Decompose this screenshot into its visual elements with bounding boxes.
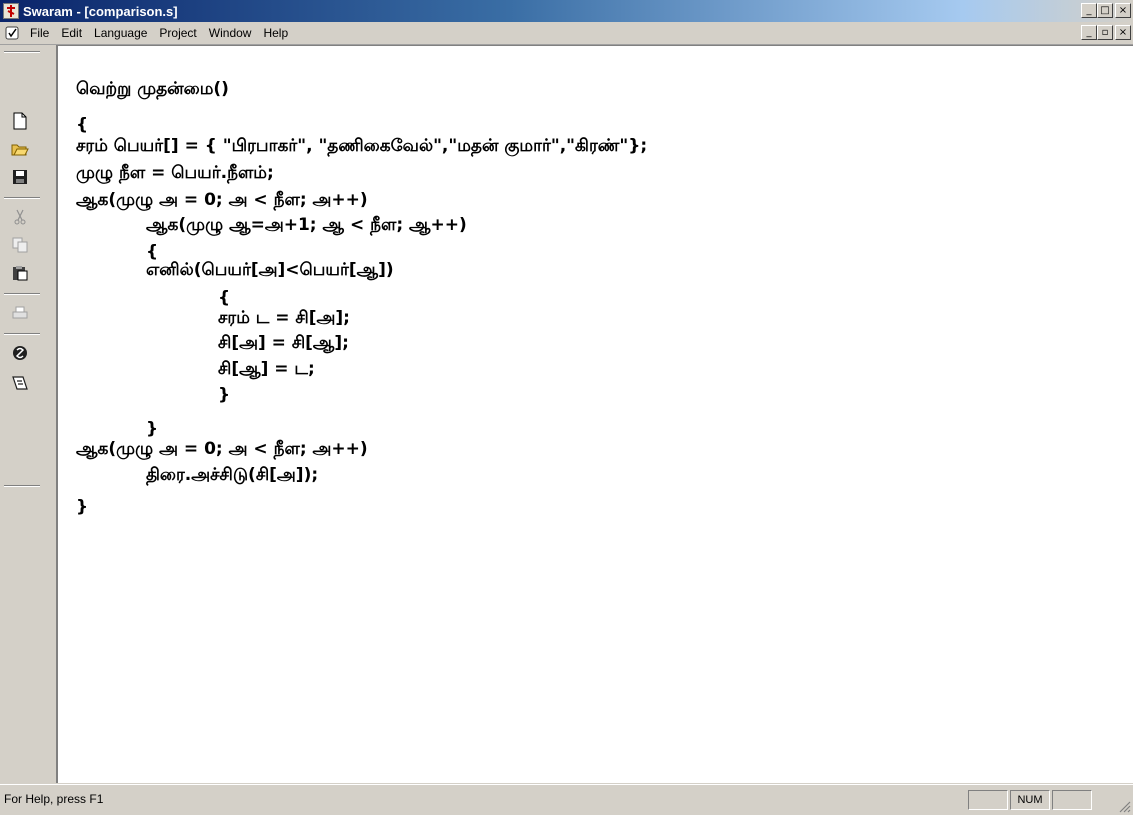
- document-icon[interactable]: [4, 25, 20, 41]
- code-line: சரம் பெயர்[] = { "பிரபாகர்", "தணிகைவேல்"…: [76, 136, 648, 156]
- minimize-button[interactable]: _: [1081, 3, 1097, 18]
- menu-help[interactable]: Help: [257, 26, 294, 40]
- toolbar-separator: [4, 293, 40, 295]
- code-line: முழு நீள = பெயர்.நீளம்;: [76, 163, 274, 183]
- close-button[interactable]: ×: [1115, 3, 1131, 18]
- app-icon[interactable]: [3, 3, 19, 19]
- save-disk-icon[interactable]: [8, 165, 32, 189]
- run-icon[interactable]: [8, 371, 32, 395]
- caption-buttons: _ □ ×: [1081, 3, 1131, 18]
- resize-grip-icon[interactable]: [1117, 799, 1131, 813]
- toolbar-separator: [4, 485, 40, 487]
- code-line: சி[அ] = சி[ஆ];: [218, 333, 349, 353]
- doc-minimize-button[interactable]: _: [1081, 25, 1097, 40]
- status-help-text: For Help, press F1: [4, 792, 104, 806]
- menu-project[interactable]: Project: [153, 26, 202, 40]
- menu-edit[interactable]: Edit: [55, 26, 88, 40]
- code-line: }: [76, 497, 89, 517]
- paste-clipboard-icon[interactable]: [8, 261, 32, 285]
- mdi-buttons: _ ▫ ×: [1081, 25, 1131, 40]
- code-line: ஆக(முழு அ = 0; அ < நீள; அ++): [76, 190, 368, 210]
- menu-file[interactable]: File: [24, 26, 55, 40]
- copy-icon[interactable]: [8, 233, 32, 257]
- compile-icon[interactable]: [8, 341, 32, 365]
- code-line: சி[ஆ] = ட;: [218, 359, 315, 379]
- status-bar: For Help, press F1 NUM: [0, 784, 1133, 815]
- cut-scissors-icon[interactable]: [8, 205, 32, 229]
- code-line: எனில்(பெயர்[அ]<பெயர்[ஆ]): [146, 260, 394, 280]
- toolbar-separator: [4, 333, 40, 335]
- toolbar-separator: [4, 51, 40, 53]
- status-pane-empty: [968, 790, 1008, 810]
- code-editor[interactable]: வெற்று முதன்மை() { சரம் பெயர்[] = { "பிர…: [57, 45, 1133, 783]
- code-line: திரை.அச்சிடு(சி[அ]);: [146, 465, 319, 485]
- menu-window[interactable]: Window: [203, 26, 258, 40]
- print-icon[interactable]: [8, 301, 32, 325]
- num-lock-indicator: NUM: [1010, 790, 1050, 810]
- open-folder-icon[interactable]: [8, 137, 32, 161]
- doc-close-button[interactable]: ×: [1115, 25, 1131, 40]
- code-line: ஆக(முழு அ = 0; அ < நீள; அ++): [76, 439, 368, 459]
- menu-language[interactable]: Language: [88, 26, 153, 40]
- status-pane-empty: [1052, 790, 1092, 810]
- code-line: வெற்று முதன்மை(): [76, 79, 229, 99]
- maximize-button[interactable]: □: [1097, 3, 1113, 18]
- code-line: சரம் ட = சி[அ];: [218, 308, 350, 328]
- doc-restore-button[interactable]: ▫: [1097, 25, 1113, 40]
- toolbar-separator: [4, 197, 40, 199]
- window-title: Swaram - [comparison.s]: [23, 3, 178, 19]
- title-bar[interactable]: Swaram - [comparison.s] _ □ ×: [0, 0, 1133, 22]
- menu-bar: File Edit Language Project Window Help _…: [0, 22, 1133, 45]
- code-line: }: [218, 385, 231, 405]
- new-document-icon[interactable]: [8, 109, 32, 133]
- toolbar: [0, 45, 57, 783]
- code-line: ஆக(முழு ஆ=அ+1; ஆ < நீள; ஆ++): [146, 215, 467, 235]
